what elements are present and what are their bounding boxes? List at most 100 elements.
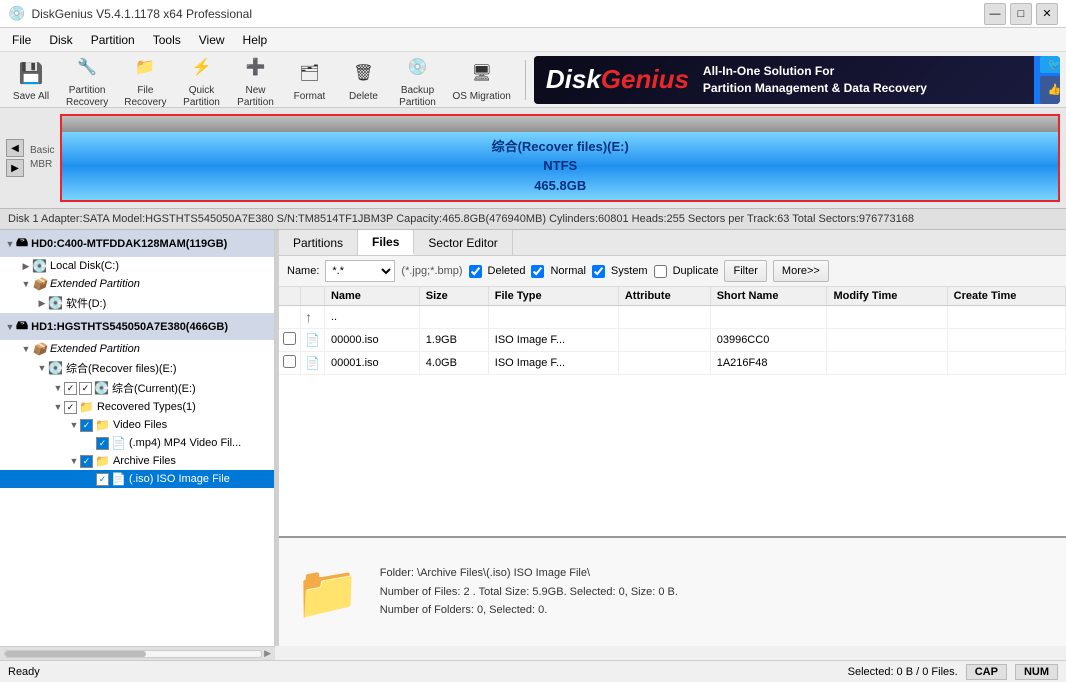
close-button[interactable]: ✕ (1036, 3, 1058, 25)
sidebar-scrollbar-track[interactable] (4, 650, 262, 658)
partition-recovery-button[interactable]: 🔧 PartitionRecovery (60, 47, 114, 113)
maximize-button[interactable]: □ (1010, 3, 1032, 25)
disk0-label: HD0:C400-MTFDDAK128MAM(119GB) (31, 238, 227, 250)
name-filter-select[interactable]: *.* (325, 260, 395, 282)
row-modtime (827, 306, 947, 329)
recover-files-e-icon: 💽 (48, 361, 63, 375)
col-header-createtime[interactable]: Create Time (947, 287, 1065, 306)
recover-current-e[interactable]: ▼ ✓ ✓ 💽 综合(Current)(E:) (0, 378, 274, 398)
disk-bar-area: ◀ ▶ Basic MBR 综合(Recover files)(E:) NTFS… (0, 108, 1066, 208)
local-disk-c[interactable]: ▶ 💽 Local Disk(C:) (0, 257, 274, 275)
check2[interactable]: ✓ (64, 401, 77, 414)
menu-partition[interactable]: Partition (83, 31, 143, 49)
nav-right-button[interactable]: ▶ (6, 159, 24, 177)
mp4-files[interactable]: ✓ 📄 (.mp4) MP4 Video Fil... (0, 434, 274, 452)
system-checkbox[interactable] (592, 265, 605, 278)
facebook-share-button[interactable]: 👍 Share O (1040, 76, 1060, 104)
row-name[interactable]: 00001.iso (324, 352, 419, 375)
sidebar-scrollbar-thumb[interactable] (5, 651, 146, 657)
archive-files[interactable]: ▼ ✓ 📁 Archive Files (0, 452, 274, 470)
save-all-button[interactable]: 💾 Save All (6, 53, 56, 106)
partition-recovery-icon: 🔧 (71, 51, 103, 83)
extended-partition-1-expand: ▼ (20, 344, 32, 354)
row-check-cell[interactable] (279, 329, 301, 352)
table-row[interactable]: ↑.. (279, 306, 1066, 329)
check5[interactable]: ✓ (80, 455, 93, 468)
quick-partition-button[interactable]: ⚡ QuickPartition (177, 47, 227, 113)
sidebar-scroll-bar[interactable]: ▶ (0, 646, 275, 660)
check1b[interactable]: ✓ (79, 382, 92, 395)
menu-help[interactable]: Help (235, 31, 276, 49)
file-recovery-icon: 📁 (129, 51, 161, 83)
tagline-line2: Partition Management & Data Recovery (703, 80, 927, 97)
backup-partition-button[interactable]: 💿 BackupPartition (393, 47, 443, 113)
tab-sector-editor[interactable]: Sector Editor (414, 230, 512, 255)
extended-partition-1[interactable]: ▼ 📦 Extended Partition (0, 340, 274, 358)
extended-partition-0[interactable]: ▼ 📦 Extended Partition (0, 275, 274, 293)
menu-tools[interactable]: Tools (145, 31, 189, 49)
file-recovery-label: FileRecovery (124, 85, 166, 109)
os-migration-button[interactable]: 🖥 OS Migration (447, 53, 517, 106)
row-name[interactable]: .. (324, 306, 419, 329)
tab-sector-editor-label: Sector Editor (428, 236, 497, 250)
file-recovery-button[interactable]: 📁 FileRecovery (118, 47, 172, 113)
table-row[interactable]: 📄00001.iso4.0GBISO Image F...1A216F48 (279, 352, 1066, 375)
normal-checkbox[interactable] (531, 265, 544, 278)
recovered-types[interactable]: ▼ ✓ 📁 Recovered Types(1) (0, 398, 274, 416)
check3[interactable]: ✓ (80, 419, 93, 432)
col-header-size[interactable]: Size (419, 287, 488, 306)
table-row[interactable]: 📄00000.iso1.9GBISO Image F...03996CC0 (279, 329, 1066, 352)
row-check-cell[interactable] (279, 352, 301, 375)
tab-partitions[interactable]: Partitions (279, 230, 358, 255)
disk-visual[interactable]: 综合(Recover files)(E:) NTFS 465.8GB (60, 114, 1060, 202)
row-name[interactable]: 00000.iso (324, 329, 419, 352)
menu-view[interactable]: View (191, 31, 233, 49)
minimize-button[interactable]: — (984, 3, 1006, 25)
twitter-share-button[interactable]: 🐦 Share (1040, 56, 1060, 73)
col-header-modtime[interactable]: Modify Time (827, 287, 947, 306)
check4[interactable]: ✓ (96, 437, 109, 450)
ext-filter-label: (*.jpg;*.bmp) (401, 265, 462, 277)
recover-files-e[interactable]: ▼ 💽 综合(Recover files)(E:) (0, 358, 274, 378)
nav-left-button[interactable]: ◀ (6, 139, 24, 157)
disk1-header[interactable]: ▼ 🖴 HD1:HGSTHTS545050A7E380(466GB) (0, 313, 274, 340)
video-files[interactable]: ▼ ✓ 📁 Video Files (0, 416, 274, 434)
filter-button[interactable]: Filter (724, 260, 766, 282)
info-bar: Disk 1 Adapter:SATA Model:HGSTHTS545050A… (0, 208, 1066, 230)
check1[interactable]: ✓ (64, 382, 77, 395)
banner-logo: DiskGenius (546, 64, 689, 95)
preview-files-info: Number of Files: 2 . Total Size: 5.9GB. … (380, 583, 678, 602)
row-shortname: 03996CC0 (710, 329, 827, 352)
scroll-right-arrow[interactable]: ▶ (264, 648, 271, 659)
menu-file[interactable]: File (4, 31, 39, 49)
banner-logo-area: DiskGenius All-In-One Solution For Parti… (534, 56, 1034, 104)
file-table-body: ↑..📄00000.iso1.9GBISO Image F...03996CC0… (279, 306, 1066, 375)
app-icon: 💿 (8, 5, 25, 22)
format-button[interactable]: 🗂 Format (285, 53, 335, 106)
deleted-checkbox[interactable] (469, 265, 482, 278)
tab-files[interactable]: Files (358, 230, 414, 255)
col-header-filetype[interactable]: File Type (488, 287, 618, 306)
disk0-header[interactable]: ▼ 🖴 HD0:C400-MTFDDAK128MAM(119GB) (0, 230, 274, 257)
col-header-shortname[interactable]: Short Name (710, 287, 827, 306)
software-d[interactable]: ▶ 💽 软件(D:) (0, 293, 274, 313)
quick-partition-icon: ⚡ (186, 51, 218, 83)
delete-button[interactable]: 🗑 Delete (339, 53, 389, 106)
row-createtime (947, 352, 1065, 375)
col-header-attribute[interactable]: Attribute (618, 287, 710, 306)
file-table-container[interactable]: Name Size File Type Attribute Short Name… (279, 287, 1066, 536)
check6[interactable]: ✓ (96, 473, 109, 486)
duplicate-checkbox[interactable] (654, 265, 667, 278)
iso-files[interactable]: ✓ 📄 (.iso) ISO Image File (0, 470, 274, 488)
menu-disk[interactable]: Disk (41, 31, 80, 49)
more-button[interactable]: More>> (773, 260, 829, 282)
col-header-name[interactable]: Name (324, 287, 419, 306)
row-attribute (618, 306, 710, 329)
new-partition-label: NewPartition (237, 85, 274, 109)
row-checkbox[interactable] (283, 332, 296, 345)
row-check-cell[interactable] (279, 306, 301, 329)
new-partition-button[interactable]: ➕ NewPartition (231, 47, 281, 113)
disk-ntfs-partition[interactable]: 综合(Recover files)(E:) NTFS 465.8GB (62, 132, 1058, 200)
row-checkbox[interactable] (283, 355, 296, 368)
mp4-label: (.mp4) MP4 Video Fil... (129, 437, 241, 449)
